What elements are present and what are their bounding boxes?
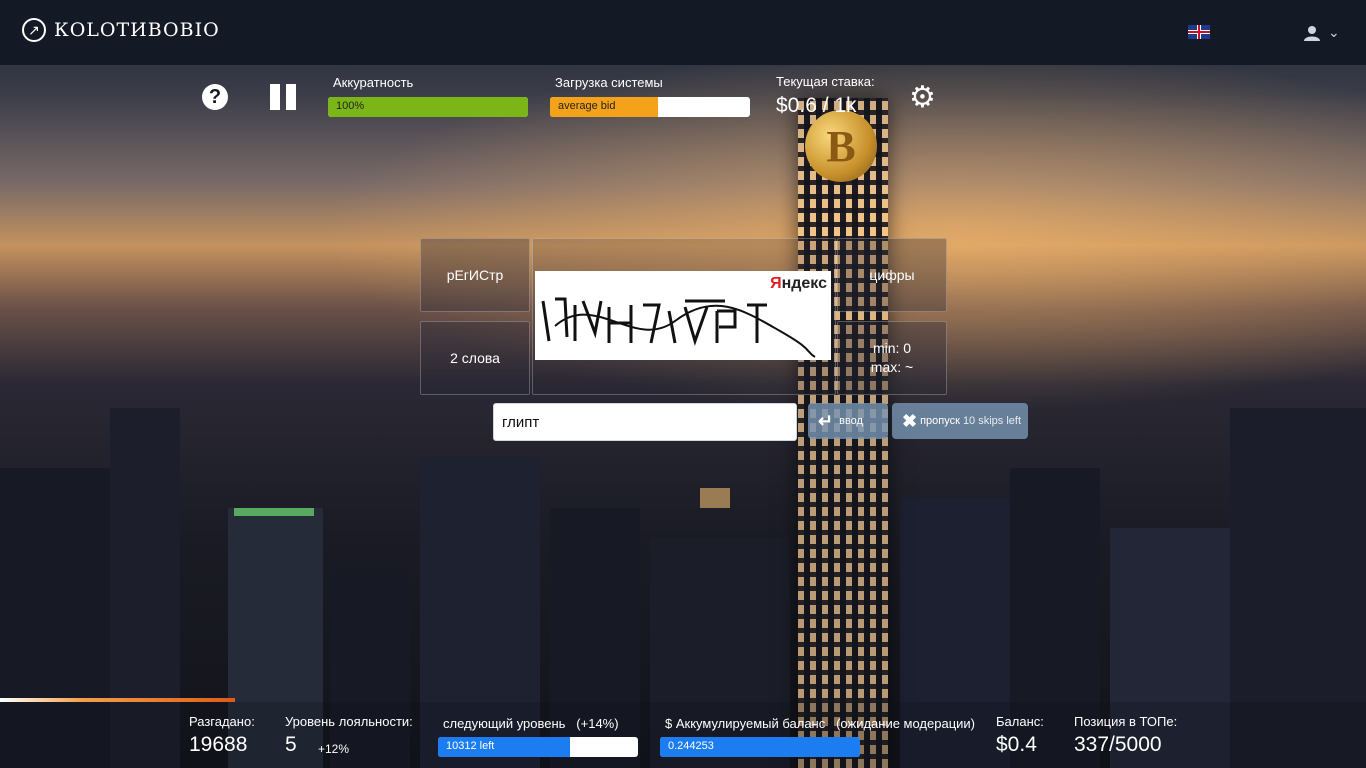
balance-value: $0.4 xyxy=(996,733,1037,756)
uk-flag-icon[interactable] xyxy=(1188,25,1210,39)
solved-label: Разгадано: xyxy=(189,714,255,729)
words-hint: 2 слова xyxy=(420,321,530,395)
yandex-logo: Яндекс xyxy=(770,275,827,292)
next-level-label: следующий уровень (+14%) xyxy=(443,716,619,731)
accumulated-balance-bar: 0.244253 xyxy=(660,737,860,757)
min-length: min: 0 xyxy=(872,340,912,356)
loyalty-bonus: +12% xyxy=(318,742,350,756)
user-icon xyxy=(1304,25,1320,41)
close-icon: ✖ xyxy=(902,410,918,431)
submit-button[interactable]: ↵ ввод xyxy=(808,403,888,439)
user-menu[interactable]: ⌄ xyxy=(1304,24,1340,41)
chevron-down-icon: ⌄ xyxy=(1328,24,1340,40)
system-load-value: average bid xyxy=(558,100,616,112)
loyalty-value: 5 xyxy=(285,733,297,756)
logo-text: КOLОТИBOBIO xyxy=(54,19,220,41)
accuracy-value: 100% xyxy=(336,100,365,112)
case-hint-label: рЕгИСтр xyxy=(446,267,504,283)
pause-button[interactable] xyxy=(270,84,296,110)
max-length: max: ~ xyxy=(870,359,914,375)
top-position-value: 337/5000 xyxy=(1074,733,1162,756)
logo-icon: ↗ xyxy=(22,18,46,42)
system-load-bar: average bid xyxy=(550,97,750,117)
accumulated-balance-value: 0.244253 xyxy=(668,740,714,752)
digits-hint: цифры xyxy=(837,238,947,312)
submit-label: ввод xyxy=(839,415,863,427)
case-sensitive-hint: рЕгИСтр xyxy=(420,238,530,312)
solved-value: 19688 xyxy=(189,733,248,756)
top-position-label: Позиция в ТОПе: xyxy=(1074,714,1178,729)
accuracy-bar: 100% xyxy=(328,97,528,117)
accumulated-balance-label: $ Аккумулируемый баланс (ожидание модера… xyxy=(665,716,976,731)
rate-value: $0.6 / 1k xyxy=(776,94,857,117)
logo[interactable]: ↗ КOLОТИBOBIO xyxy=(22,18,220,42)
rate-label: Текущая ставка: xyxy=(776,74,875,89)
captcha-image: Яндекс xyxy=(535,271,831,360)
top-navbar: ↗ КOLОТИBOBIO ⌄ xyxy=(0,0,1366,65)
skips-left: 10 skips left xyxy=(962,415,1022,427)
balance-label: Баланс: xyxy=(996,714,1044,729)
words-hint-label: 2 слова xyxy=(450,350,500,366)
skip-button[interactable]: ✖ пропуск 10 skips left xyxy=(892,403,1028,439)
skip-label: пропуск xyxy=(920,415,960,427)
length-hint: min: 0 max: ~ xyxy=(837,321,947,395)
accuracy-label: Аккуратность xyxy=(333,75,414,90)
enter-icon: ↵ xyxy=(818,410,834,431)
captcha-answer-input[interactable] xyxy=(493,403,797,441)
digits-hint-label: цифры xyxy=(869,267,915,283)
system-load-label: Загрузка системы xyxy=(555,75,663,90)
next-level-bar: 10312 left xyxy=(438,737,638,757)
help-button[interactable]: ? xyxy=(202,84,228,110)
next-level-remaining: 10312 left xyxy=(446,740,495,752)
bitcoin-icon: B xyxy=(805,110,877,182)
settings-gear-icon[interactable]: ⚙ xyxy=(909,80,936,115)
loyalty-label: Уровень лояльности: xyxy=(285,714,413,729)
